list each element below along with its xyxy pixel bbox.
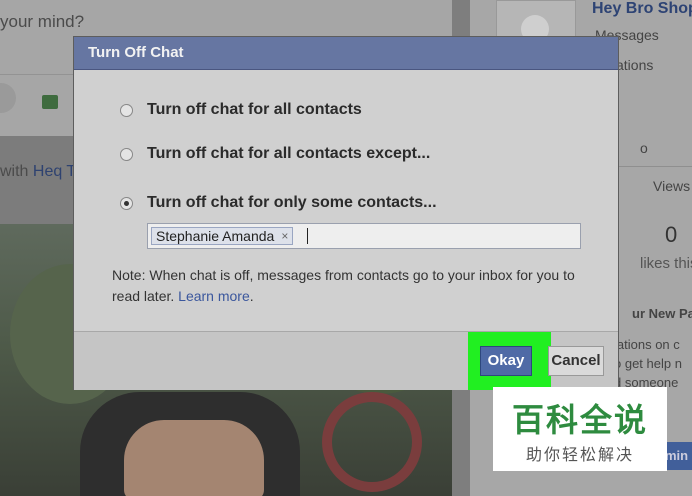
likes-count: 0	[665, 222, 678, 247]
composer-placeholder[interactable]: your mind?	[0, 12, 84, 32]
dialog-footer: Okay Cancel	[74, 331, 618, 390]
radio-only-some[interactable]	[120, 197, 133, 210]
watermark-logo: 百科全说 助你轻松解决	[493, 387, 667, 471]
stat-label-o: o	[640, 140, 648, 156]
chat-note: Note: When chat is off, messages from co…	[112, 265, 592, 307]
option-label: Turn off chat for all contacts except...	[147, 145, 431, 162]
statue-chest	[124, 420, 264, 496]
option-label: Turn off chat for only some contacts...	[147, 194, 437, 211]
learn-more-link[interactable]: Learn more	[178, 288, 250, 304]
radio-all-except[interactable]	[120, 148, 133, 161]
note-end: .	[249, 288, 254, 304]
wreath-shape	[322, 392, 422, 492]
watermark-sub-text: 助你轻松解决	[525, 447, 634, 464]
tagged-with-text: with Heq T	[0, 163, 76, 181]
okay-button[interactable]: Okay	[480, 346, 532, 376]
cancel-button[interactable]: Cancel	[548, 346, 604, 376]
turn-off-chat-dialog: Turn Off Chat Turn off chat for all cont…	[73, 36, 619, 390]
composer-avatar-icon	[0, 83, 16, 113]
photo-icon[interactable]	[42, 95, 58, 109]
radio-all-contacts[interactable]	[120, 104, 133, 117]
contact-token[interactable]: Stephanie Amanda ×	[151, 227, 294, 245]
dialog-header: Turn Off Chat	[74, 37, 618, 70]
option-label: Turn off chat for all contacts	[147, 101, 362, 118]
page-name-link[interactable]: Hey Bro Shop	[592, 0, 692, 18]
dialog-title: Turn Off Chat	[88, 44, 184, 61]
contact-token-label: Stephanie Amanda	[156, 228, 275, 244]
views-tab[interactable]: Views	[653, 178, 690, 194]
okay-highlight-box: Okay	[468, 332, 551, 390]
text-caret	[307, 228, 308, 244]
tagged-friend-link[interactable]: Heq T	[33, 163, 76, 180]
with-prefix: with	[0, 163, 29, 180]
watermark-main-text: 百科全说	[511, 402, 648, 438]
contacts-token-input[interactable]: Stephanie Amanda ×	[147, 223, 581, 249]
likes-label: likes this	[640, 255, 692, 272]
new-page-title: ur New Pa	[632, 306, 692, 321]
remove-token-icon[interactable]: ×	[281, 228, 288, 244]
